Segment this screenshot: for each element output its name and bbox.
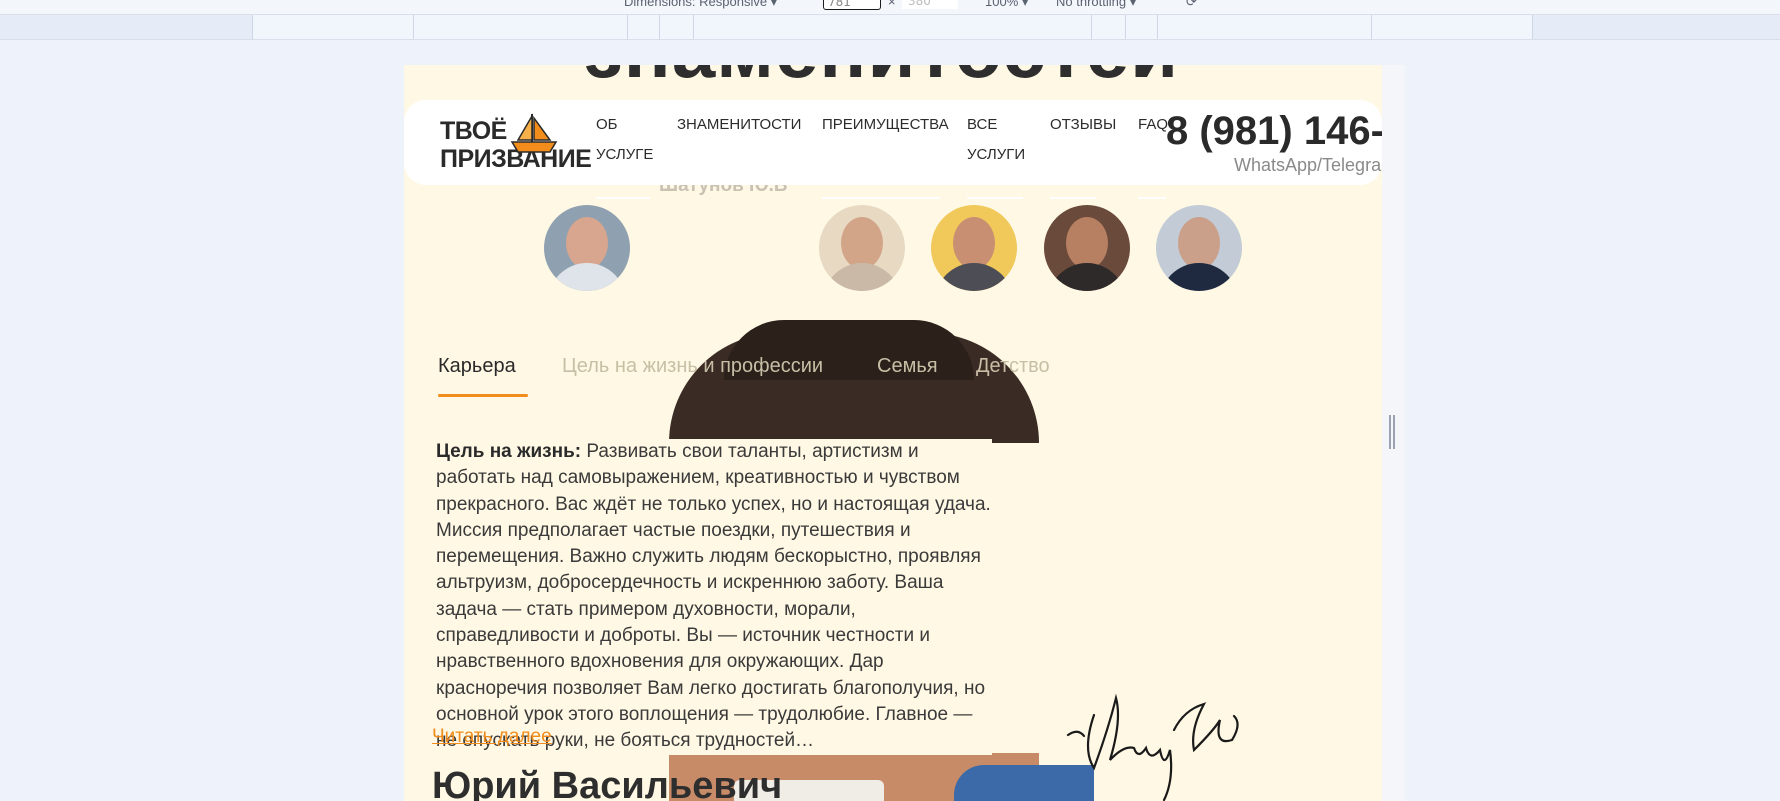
- tab-family[interactable]: Семья: [877, 355, 938, 378]
- nav-underline: [1050, 197, 1096, 199]
- celebrity-avatar[interactable]: [1156, 205, 1242, 291]
- ruler-tick: [252, 15, 253, 39]
- nav-underline: [967, 197, 1023, 199]
- active-tab-indicator: [438, 394, 528, 397]
- viewport-resize-handle[interactable]: [1389, 415, 1395, 449]
- nav-celebrities[interactable]: ЗНАМЕНИТОСТИ: [677, 110, 801, 140]
- tab-career[interactable]: Карьера: [438, 355, 516, 378]
- signature-image: [1066, 693, 1239, 801]
- ruler-tick: [1371, 15, 1372, 39]
- read-more-link[interactable]: Читать далее: [432, 726, 552, 748]
- nav-all-services[interactable]: ВСЕ УСЛУГИ: [967, 110, 1025, 170]
- celebrity-avatar[interactable]: [931, 205, 1017, 291]
- emulated-viewport: знаменитостей Шатунов Ю.В ТВОЁ ПРИЗВАНИЕ: [404, 65, 1382, 801]
- boat-icon: [510, 113, 558, 153]
- devtools-toolbar: Dimensions: Responsive ▾ 781 × 380 100% …: [0, 0, 1780, 14]
- celebrity-avatar[interactable]: [1044, 205, 1130, 291]
- throttling-dropdown[interactable]: No throttling ▾: [1056, 0, 1136, 10]
- zoom-dropdown[interactable]: 100% ▾: [985, 0, 1028, 10]
- ruler-segment[interactable]: [0, 15, 252, 39]
- bio-text-body: Развивать свои таланты, артистизм и рабо…: [436, 441, 991, 752]
- ruler-tick: [413, 15, 414, 39]
- ruler-tick: [1157, 15, 1158, 39]
- phone-number[interactable]: 8 (981) 146-13: [1166, 109, 1382, 154]
- times-sign: ×: [888, 0, 896, 9]
- ruler-tick: [627, 15, 628, 39]
- site-logo[interactable]: ТВОЁ ПРИЗВАНИЕ: [440, 113, 600, 176]
- width-input[interactable]: 781: [823, 0, 881, 10]
- nav-about-service[interactable]: ОБ УСЛУГЕ: [596, 110, 653, 170]
- celebrity-avatar[interactable]: [819, 205, 905, 291]
- ruler-segment[interactable]: [1533, 15, 1780, 39]
- dimensions-dropdown[interactable]: Dimensions: Responsive ▾: [624, 0, 777, 10]
- tab-life-goal[interactable]: Цель на жизнь и профессии: [562, 355, 823, 378]
- person-name: Юрий Васильевич: [432, 765, 783, 801]
- nav-advantages[interactable]: ПРЕИМУЩЕСТВА: [822, 110, 949, 140]
- celebrity-avatar[interactable]: [544, 205, 630, 291]
- ruler-tick: [1125, 15, 1126, 39]
- nav-faq[interactable]: FAQ: [1138, 110, 1168, 140]
- height-input[interactable]: 380: [902, 0, 958, 9]
- nav-underline: [596, 197, 650, 199]
- bio-text: Цель на жизнь: Развивать свои таланты, а…: [432, 439, 992, 755]
- nav-underline: [1138, 197, 1166, 199]
- section-heading: знаменитостей: [584, 65, 1179, 96]
- rotate-icon[interactable]: ⟳: [1186, 0, 1197, 10]
- logo-line1: ТВОЁ: [440, 117, 507, 145]
- ruler-tick: [1091, 15, 1092, 39]
- nav-reviews[interactable]: ОТЗЫВЫ: [1050, 110, 1116, 140]
- messenger-links[interactable]: WhatsApp/Telegra: [1234, 155, 1381, 176]
- site-header: ТВОЁ ПРИЗВАНИЕ ОБ УСЛУГЕ ЗНАМЕНИТОСТИ ПР…: [404, 100, 1382, 185]
- tab-childhood[interactable]: Детство: [976, 355, 1050, 378]
- nav-underline: [822, 197, 940, 199]
- bio-text-lead: Цель на жизнь:: [436, 441, 582, 462]
- media-query-ruler: [0, 14, 1780, 40]
- ruler-tick: [693, 15, 694, 39]
- ruler-tick: [659, 15, 660, 39]
